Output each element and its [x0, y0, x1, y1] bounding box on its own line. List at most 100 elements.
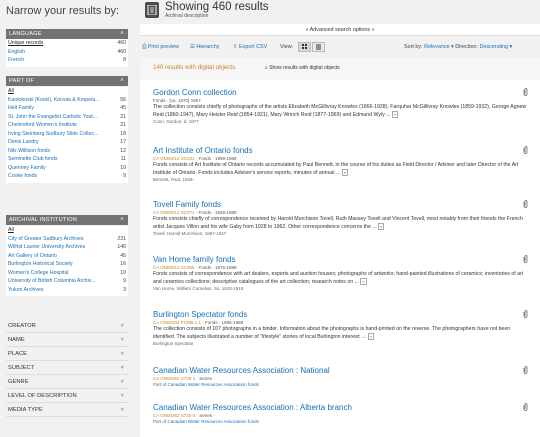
paperclip-icon[interactable]: [522, 200, 529, 211]
paperclip-icon[interactable]: [522, 366, 529, 377]
facet-item[interactable]: Burlington Historical Society 16: [6, 260, 128, 269]
facet-item[interactable]: St. John the Evangelist Catholic Yout...…: [6, 113, 128, 122]
facet-item[interactable]: All: [6, 226, 128, 235]
facet-toggle-genre[interactable]: GENRE ˅: [6, 375, 128, 389]
facet-item-label[interactable]: Wilfrid Laurier University Archives: [8, 243, 112, 252]
facet-item[interactable]: University of British Columbia Archiv...…: [6, 277, 128, 286]
facet-toggle-place[interactable]: PLACE ˅: [6, 347, 128, 361]
show-digital-objects-link[interactable]: ⌕ Show results with digital objects: [265, 65, 340, 71]
facet-item[interactable]: All: [6, 87, 128, 96]
facet-item-label[interactable]: Kantokoski (Koski), Koivula & Korpela...: [8, 96, 112, 105]
facet-item-label[interactable]: Seminette Club fonds: [8, 155, 112, 164]
part-of-link[interactable]: Canadian Water Resources Association fon…: [168, 382, 259, 387]
facet-heading-part-of[interactable]: PART OF ˄: [6, 76, 128, 86]
paperclip-icon[interactable]: [522, 310, 529, 321]
facet-item-label[interactable]: Women's College Hospital: [8, 269, 112, 278]
facet-toggle-name[interactable]: NAME ˅: [6, 333, 128, 347]
facet-item-label[interactable]: Quenney Family: [8, 164, 112, 173]
paperclip-icon[interactable]: [522, 403, 529, 414]
result-meta: CA ON00012 SC071 · Fonds · 1928-1989: [153, 210, 538, 215]
hierarchy-link[interactable]: ☰ Hierarchy: [190, 40, 219, 54]
paperclip-icon[interactable]: [522, 255, 529, 266]
facet-toggle-level-of-description[interactable]: LEVEL OF DESCRIPTION ˅: [6, 389, 128, 403]
facet-toggle-subject[interactable]: SUBJECT ˅: [6, 361, 128, 375]
facet-item-label[interactable]: City of Greater Sudbury Archives: [8, 235, 112, 244]
result-reference-code: CA ON00362 S720-1: [153, 376, 196, 381]
facet-item[interactable]: French 8: [6, 56, 128, 65]
facet-item-count: 11: [120, 156, 126, 162]
facet-item-count: 17: [120, 139, 126, 145]
facet-list-language: Unique records 460 English 460 French 8: [6, 39, 128, 67]
result-title[interactable]: Tovell Family fonds: [153, 200, 538, 209]
facet-item-label[interactable]: Burlington Historical Society: [8, 260, 112, 269]
expand-more-button[interactable]: »: [378, 222, 385, 230]
result-level-date: · Fonds · 1876-1999: [194, 265, 237, 270]
paperclip-icon[interactable]: [522, 146, 529, 157]
facet-item[interactable]: Women's College Hospital 10: [6, 269, 128, 278]
facet-item-label[interactable]: All: [8, 226, 112, 235]
facet-item-label[interactable]: University of British Columbia Archiv...: [8, 277, 112, 286]
facet-item[interactable]: Nils Willison fonds 12: [6, 147, 128, 156]
facet-item-label[interactable]: All: [8, 87, 112, 96]
facet-item-label[interactable]: Heit Family: [8, 104, 112, 113]
facet-item[interactable]: Cooke fonds 9: [6, 172, 128, 181]
facet-toggle-media-type[interactable]: MEDIA TYPE ˅: [6, 403, 128, 417]
facet-item-label[interactable]: Denis Landry: [8, 138, 112, 147]
facet-item-label[interactable]: Art Gallery of Ontario: [8, 252, 112, 261]
expand-more-button[interactable]: »: [367, 332, 374, 340]
paperclip-icon[interactable]: [522, 88, 529, 99]
facet-item-label[interactable]: English: [8, 48, 112, 57]
facet-item[interactable]: Heit Family 45: [6, 104, 128, 113]
result-title[interactable]: Art Institute of Ontario fonds: [153, 146, 538, 155]
facet-item-label[interactable]: St. John the Evangelist Catholic Yout...: [8, 113, 112, 122]
part-of-label: Part of: [153, 382, 168, 387]
facet-toggle-label: GENRE: [8, 379, 29, 385]
facet-item-label[interactable]: Cooke fonds: [8, 172, 112, 181]
facet-item-label[interactable]: Chelmsford Women's Institute: [8, 121, 112, 130]
facet-item[interactable]: English 460: [6, 48, 128, 57]
facet-sidebar: Narrow your results by: LANGUAGE ˄ Uniqu…: [0, 0, 130, 437]
advanced-search-label: Advanced search options: [309, 27, 371, 33]
result-level-date: · Series ·: [195, 413, 215, 418]
expand-more-button[interactable]: »: [391, 110, 399, 118]
result-level-date: · Series ·: [195, 376, 215, 381]
facet-item[interactable]: Wilfrid Laurier University Archives 146: [6, 243, 128, 252]
facet-item[interactable]: Seminette Club fonds 11: [6, 155, 128, 164]
direction-select[interactable]: Descending ▾: [480, 44, 513, 50]
facet-item[interactable]: Yukon Archives 3: [6, 286, 128, 295]
facet-toggle-creator[interactable]: CREATOR ˅: [6, 319, 128, 333]
result-title[interactable]: Canadian Water Resources Association : N…: [153, 366, 538, 375]
result-title[interactable]: Gordon Conn collection: [153, 88, 538, 97]
facet-item-count: 9: [123, 278, 126, 284]
facet-item-label[interactable]: French: [8, 56, 112, 65]
print-preview-link[interactable]: ⎙ Print preview: [142, 40, 179, 54]
facet-item-label[interactable]: Irving Steinberg Sudbury Slide Collec...: [8, 130, 112, 139]
facet-item[interactable]: Kantokoski (Koski), Koivula & Korpela...…: [6, 96, 128, 105]
result-title[interactable]: Van Horne family fonds: [153, 255, 538, 264]
facet-item[interactable]: Chelmsford Women's Institute 21: [6, 121, 128, 130]
facet-item[interactable]: Quenney Family 10: [6, 164, 128, 173]
facet-heading-archival-institution[interactable]: ARCHIVAL INSTITUTION ˄: [6, 215, 128, 225]
facet-item[interactable]: Irving Steinberg Sudbury Slide Collec...…: [6, 130, 128, 139]
facet-heading-language[interactable]: LANGUAGE ˄: [6, 29, 128, 39]
result-title[interactable]: Burlington Spectator fonds: [153, 310, 538, 319]
facet-item[interactable]: City of Greater Sudbury Archives 231: [6, 235, 128, 244]
expand-more-button[interactable]: »: [360, 277, 367, 285]
sort-by-select[interactable]: Relevance ▾: [424, 44, 454, 50]
card-view-button[interactable]: [298, 42, 311, 52]
facet-item-label[interactable]: Nils Willison fonds: [8, 147, 112, 156]
advanced-search-toggle[interactable]: » Advanced search options »: [140, 24, 540, 36]
facet-item-label[interactable]: Yukon Archives: [8, 286, 112, 295]
facet-heading-label: ARCHIVAL INSTITUTION: [9, 217, 78, 223]
facet-item[interactable]: Unique records 460: [6, 39, 128, 48]
export-csv-link[interactable]: ⇧ Export CSV: [233, 40, 267, 54]
facet-item[interactable]: Denis Landry 17: [6, 138, 128, 147]
facet-item-label[interactable]: Unique records: [8, 39, 112, 48]
expand-more-button[interactable]: »: [341, 168, 348, 176]
result-title[interactable]: Canadian Water Resources Association : A…: [153, 403, 538, 412]
facet-item[interactable]: Art Gallery of Ontario 45: [6, 252, 128, 261]
result-item: Canadian Water Resources Association : N…: [153, 366, 538, 387]
facet-item-count: 10: [120, 164, 126, 171]
part-of-link[interactable]: Canadian Water Resources Association fon…: [168, 419, 259, 424]
table-view-button[interactable]: [312, 42, 325, 52]
